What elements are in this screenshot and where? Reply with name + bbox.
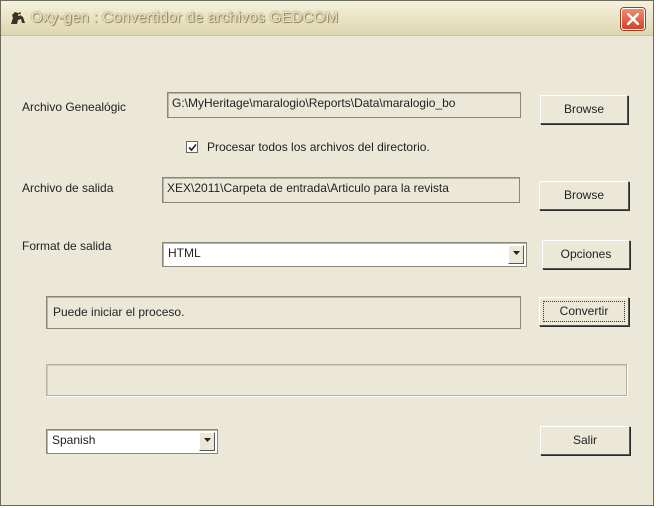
source-file-field[interactable]: G:\MyHeritage\maralogio\Reports\Data\mar… [167, 92, 521, 118]
output-file-label: Archivo de salida [22, 181, 114, 195]
browse-output-button[interactable]: Browse [539, 181, 629, 210]
output-format-value: HTML [168, 246, 201, 260]
browse-source-button[interactable]: Browse [540, 95, 628, 124]
process-all-checkbox[interactable] [186, 141, 198, 153]
output-file-field[interactable]: XEX\2011\Carpeta de entrada\Articulo par… [162, 177, 520, 203]
options-button[interactable]: Opciones [542, 240, 630, 269]
chevron-down-icon [204, 438, 211, 442]
source-file-label: Archivo Genealógic [22, 100, 127, 114]
close-button[interactable] [621, 8, 645, 30]
output-format-label: Format de salida [22, 239, 112, 253]
window-title: Oxy-gen : Convertidor de archivos GEDCOM [31, 9, 339, 26]
checkmark-icon [188, 143, 197, 152]
exit-button[interactable]: Salir [540, 426, 630, 455]
converter-window: Oxy-gen : Convertidor de archivos GEDCOM… [0, 0, 654, 506]
process-all-label: Procesar todos los archivos del director… [207, 140, 430, 154]
chevron-down-icon [513, 251, 520, 255]
status-field: Puede iniciar el proceso. [46, 296, 521, 329]
dropdown-arrow-button[interactable] [199, 432, 215, 451]
close-icon [627, 13, 639, 25]
language-value: Spanish [52, 433, 96, 447]
horse-app-icon [9, 10, 27, 26]
progress-bar [46, 364, 627, 396]
dropdown-arrow-button[interactable] [508, 245, 524, 264]
language-select[interactable]: Spanish [46, 429, 218, 454]
output-format-select[interactable]: HTML [162, 242, 527, 267]
convert-button[interactable]: Convertir [539, 297, 629, 326]
title-bar[interactable]: Oxy-gen : Convertidor de archivos GEDCOM [1, 1, 653, 36]
